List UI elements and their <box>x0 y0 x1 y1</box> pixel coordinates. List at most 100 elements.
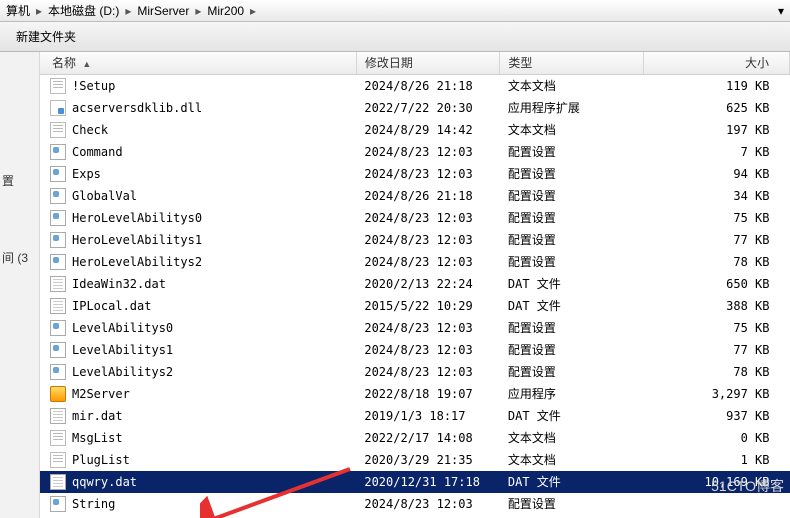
file-date-cell: 2020/12/31 17:18 <box>356 471 500 493</box>
ini-icon <box>50 364 66 380</box>
table-row[interactable]: qqwry.dat 2020/12/31 17:18DAT 文件10,169 KB <box>40 471 790 493</box>
main-area: 置 间 (3 名称 ▲ 修改日期 类型 大小 !Setup2024/8/26 2… <box>0 52 790 518</box>
file-type-cell: DAT 文件 <box>500 273 644 295</box>
table-row[interactable]: mir.dat2019/1/3 18:17DAT 文件937 KB <box>40 405 790 427</box>
file-name-cell[interactable]: qqwry.dat <box>40 471 356 493</box>
chevron-right-icon: ▸ <box>191 4 205 18</box>
file-size-cell: 3,297 KB <box>643 383 789 405</box>
file-type-cell: DAT 文件 <box>500 295 644 317</box>
file-name-cell[interactable]: IdeaWin32.dat <box>40 273 356 295</box>
file-name-cell[interactable]: acserversdklib.dll <box>40 97 356 119</box>
file-date-cell: 2022/2/17 14:08 <box>356 427 500 449</box>
file-name-cell[interactable]: String <box>40 493 356 515</box>
file-size-cell: 7 KB <box>643 141 789 163</box>
file-type-cell: 配置设置 <box>500 185 644 207</box>
file-name-cell[interactable]: HeroLevelAbilitys2 <box>40 251 356 273</box>
column-header-type[interactable]: 类型 <box>500 52 644 74</box>
file-name-cell[interactable]: IPLocal.dat <box>40 295 356 317</box>
file-size-cell: 75 KB <box>643 317 789 339</box>
table-row[interactable]: LevelAbilitys12024/8/23 12:03配置设置77 KB <box>40 339 790 361</box>
file-type-cell: 文本文档 <box>500 119 644 141</box>
table-row[interactable]: String 2024/8/23 12:03配置设置 <box>40 493 790 515</box>
file-name-cell[interactable]: HeroLevelAbilitys1 <box>40 229 356 251</box>
sort-asc-icon: ▲ <box>79 59 91 69</box>
table-row[interactable]: HeroLevelAbilitys02024/8/23 12:03配置设置75 … <box>40 207 790 229</box>
file-date-cell: 2024/8/23 12:03 <box>356 229 500 251</box>
column-header-name[interactable]: 名称 ▲ <box>40 52 356 74</box>
sidebar: 置 间 (3 <box>0 52 40 518</box>
file-name-label: String <box>72 497 115 511</box>
file-name-label: qqwry.dat <box>72 475 137 489</box>
file-date-cell: 2024/8/23 12:03 <box>356 317 500 339</box>
chevron-right-icon: ▸ <box>121 4 135 18</box>
file-name-cell[interactable]: PlugList <box>40 449 356 471</box>
table-row[interactable]: HeroLevelAbilitys12024/8/23 12:03配置设置77 … <box>40 229 790 251</box>
table-row[interactable]: acserversdklib.dll2022/7/22 20:30应用程序扩展6… <box>40 97 790 119</box>
file-name-cell[interactable]: !Setup <box>40 75 356 97</box>
file-name-cell[interactable]: M2Server <box>40 383 356 405</box>
file-name-cell[interactable]: MsgList <box>40 427 356 449</box>
file-name-cell[interactable]: mir.dat <box>40 405 356 427</box>
file-type-cell: 应用程序扩展 <box>500 97 644 119</box>
file-name-label: HeroLevelAbilitys2 <box>72 255 202 269</box>
file-name-cell[interactable]: LevelAbilitys0 <box>40 317 356 339</box>
file-name-label: Command <box>72 145 123 159</box>
table-row[interactable]: IdeaWin32.dat2020/2/13 22:24DAT 文件650 KB <box>40 273 790 295</box>
file-name-cell[interactable]: Command <box>40 141 356 163</box>
table-row[interactable]: !Setup2024/8/26 21:18文本文档119 KB <box>40 74 790 97</box>
file-size-cell <box>643 493 789 515</box>
file-name-cell[interactable]: GlobalVal <box>40 185 356 207</box>
file-date-cell: 2022/8/18 19:07 <box>356 383 500 405</box>
table-row[interactable]: Command2024/8/23 12:03配置设置7 KB <box>40 141 790 163</box>
file-date-cell: 2022/7/22 20:30 <box>356 97 500 119</box>
column-header-date[interactable]: 修改日期 <box>356 52 500 74</box>
file-date-cell: 2024/8/23 12:03 <box>356 207 500 229</box>
file-name-cell[interactable]: LevelAbilitys2 <box>40 361 356 383</box>
table-row[interactable]: HeroLevelAbilitys22024/8/23 12:03配置设置78 … <box>40 251 790 273</box>
file-date-cell: 2024/8/23 12:03 <box>356 361 500 383</box>
file-size-cell: 94 KB <box>643 163 789 185</box>
file-name-label: M2Server <box>72 387 130 401</box>
breadcrumb-seg-0[interactable]: 算机 <box>4 2 32 19</box>
file-size-cell: 0 KB <box>643 427 789 449</box>
file-date-cell: 2015/5/22 10:29 <box>356 295 500 317</box>
file-type-cell: DAT 文件 <box>500 471 644 493</box>
file-type-cell: 配置设置 <box>500 251 644 273</box>
sidebar-item-1[interactable]: 间 (3 <box>2 249 37 266</box>
file-size-cell: 10,169 KB <box>643 471 789 493</box>
table-row[interactable]: LevelAbilitys22024/8/23 12:03配置设置78 KB <box>40 361 790 383</box>
file-name-cell[interactable]: LevelAbilitys1 <box>40 339 356 361</box>
new-folder-button[interactable]: 新建文件夹 <box>10 26 82 47</box>
breadcrumb-seg-2[interactable]: MirServer <box>135 4 191 18</box>
file-size-cell: 937 KB <box>643 405 789 427</box>
sidebar-item-0[interactable]: 置 <box>2 172 37 189</box>
table-row[interactable]: Check2024/8/29 14:42文本文档197 KB <box>40 119 790 141</box>
file-name-label: Exps <box>72 167 101 181</box>
file-size-cell: 34 KB <box>643 185 789 207</box>
file-name-cell[interactable]: Check <box>40 119 356 141</box>
table-row[interactable]: M2Server2022/8/18 19:07应用程序3,297 KB <box>40 383 790 405</box>
breadcrumb-seg-1[interactable]: 本地磁盘 (D:) <box>46 2 121 19</box>
table-row[interactable]: MsgList2022/2/17 14:08文本文档0 KB <box>40 427 790 449</box>
address-dropdown-icon[interactable]: ▾ <box>778 4 784 18</box>
chevron-right-icon: ▸ <box>32 4 46 18</box>
file-date-cell: 2024/8/23 12:03 <box>356 493 500 515</box>
file-name-cell[interactable]: HeroLevelAbilitys0 <box>40 207 356 229</box>
file-type-cell: 配置设置 <box>500 207 644 229</box>
exe-icon <box>50 386 66 402</box>
file-name-label: HeroLevelAbilitys1 <box>72 233 202 247</box>
ini-icon <box>50 188 66 204</box>
file-name-label: !Setup <box>72 79 115 93</box>
table-row[interactable]: LevelAbilitys02024/8/23 12:03配置设置75 KB <box>40 317 790 339</box>
table-row[interactable]: PlugList2020/3/29 21:35文本文档1 KB <box>40 449 790 471</box>
breadcrumb-seg-3[interactable]: Mir200 <box>205 4 246 18</box>
table-row[interactable]: IPLocal.dat2015/5/22 10:29DAT 文件388 KB <box>40 295 790 317</box>
file-list: 名称 ▲ 修改日期 类型 大小 !Setup2024/8/26 21:18文本文… <box>40 52 790 518</box>
file-name-cell[interactable]: Exps <box>40 163 356 185</box>
address-bar[interactable]: 算机 ▸ 本地磁盘 (D:) ▸ MirServer ▸ Mir200 ▸ ▾ <box>0 0 790 22</box>
file-type-cell: 配置设置 <box>500 493 644 515</box>
table-row[interactable]: GlobalVal2024/8/26 21:18配置设置34 KB <box>40 185 790 207</box>
column-header-name-label: 名称 <box>52 56 76 70</box>
table-row[interactable]: Exps2024/8/23 12:03配置设置94 KB <box>40 163 790 185</box>
column-header-size[interactable]: 大小 <box>643 52 789 74</box>
